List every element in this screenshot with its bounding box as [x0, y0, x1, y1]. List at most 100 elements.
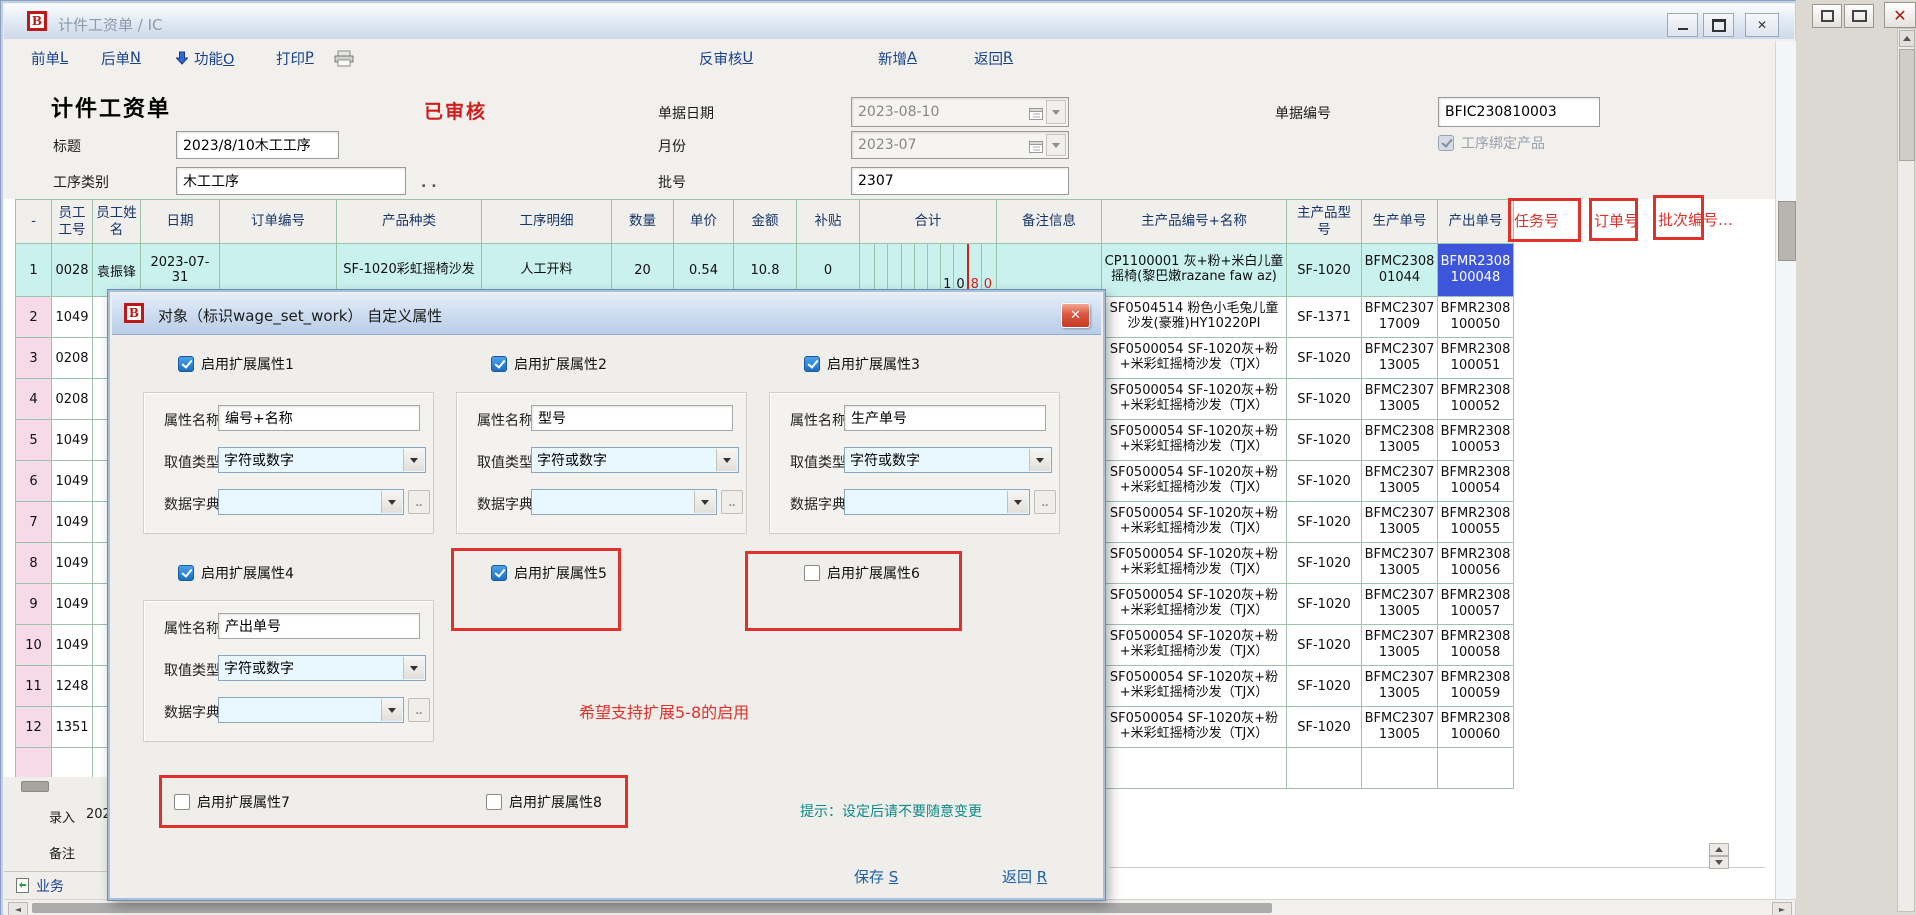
- enable-prop-2-checkbox[interactable]: 启用扩展属性2: [491, 354, 607, 374]
- bind-product-checkbox[interactable]: 工序绑定产品: [1438, 133, 1545, 153]
- value-type-select[interactable]: 字符或数字: [218, 655, 426, 681]
- restore-button[interactable]: [1703, 13, 1734, 37]
- doc-date-input[interactable]: 2023-08-10: [851, 97, 1069, 127]
- cell-mo-no[interactable]: BFMC230713005: [1362, 584, 1438, 625]
- cell-out-no[interactable]: BFMR2308100052: [1438, 379, 1514, 420]
- enable-prop-6-checkbox[interactable]: 启用扩展属性6: [804, 563, 920, 583]
- cell-mo-no[interactable]: BFMC230801044: [1362, 244, 1438, 297]
- cell-model[interactable]: SF-1020: [1287, 666, 1362, 707]
- batch-input[interactable]: 2307: [851, 167, 1069, 195]
- cell-product[interactable]: SF0500054 SF-1020灰+粉+米彩虹摇椅沙发（TJX）: [1102, 625, 1287, 666]
- data-dict-select[interactable]: [531, 489, 717, 515]
- cell-emp-id[interactable]: 1049: [52, 461, 93, 502]
- row-selector-cell[interactable]: 12: [16, 707, 52, 748]
- cell-process-detail[interactable]: 人工开料: [482, 244, 612, 297]
- cell-mo-no[interactable]: BFMC230717009: [1362, 297, 1438, 338]
- cell-price[interactable]: 0.54: [674, 244, 734, 297]
- process-type-input[interactable]: 木工工序: [176, 167, 406, 195]
- cell-out-no[interactable]: BFMR2308100059: [1438, 666, 1514, 707]
- dialog-close-button[interactable]: ✕: [1061, 303, 1090, 328]
- cell-mo-no[interactable]: BFMC230713005: [1362, 461, 1438, 502]
- chevron-down-icon[interactable]: [381, 699, 402, 721]
- close-button[interactable]: ✕: [1745, 13, 1779, 37]
- cell-model[interactable]: SF-1371: [1287, 297, 1362, 338]
- data-dict-browse-button[interactable]: ..: [721, 490, 743, 514]
- prop-name-input[interactable]: 编号+名称: [218, 405, 420, 431]
- chevron-down-icon[interactable]: [716, 449, 737, 471]
- cell-note[interactable]: [997, 244, 1102, 297]
- cell-product[interactable]: SF0500054 SF-1020灰+粉+米彩虹摇椅沙发（TJX）: [1102, 461, 1287, 502]
- row-selector-cell[interactable]: 3: [16, 338, 52, 379]
- scrollbar-thumb[interactable]: [32, 903, 1272, 913]
- chevron-down-icon[interactable]: [1046, 100, 1066, 124]
- scroll-down-button[interactable]: [1709, 856, 1729, 869]
- cell-product[interactable]: SF0500054 SF-1020灰+粉+米彩虹摇椅沙发（TJX）: [1102, 584, 1287, 625]
- row-selector-cell[interactable]: 9: [16, 584, 52, 625]
- cell-out-no[interactable]: BFMR2308100055: [1438, 502, 1514, 543]
- cell-mo-no[interactable]: BFMC230713005: [1362, 379, 1438, 420]
- chevron-down-icon[interactable]: [403, 657, 424, 679]
- title-input[interactable]: 2023/8/10木工工序: [176, 131, 339, 159]
- data-dict-browse-button[interactable]: ..: [408, 490, 430, 514]
- cell-model[interactable]: SF-1020: [1287, 625, 1362, 666]
- splitter-grip[interactable]: [21, 781, 49, 792]
- cell-model[interactable]: SF-1020: [1287, 502, 1362, 543]
- cell-model[interactable]: SF-1020: [1287, 707, 1362, 748]
- enable-prop-1-checkbox[interactable]: 启用扩展属性1: [178, 354, 294, 374]
- cell-mo-no[interactable]: BFMC230713005: [1362, 543, 1438, 584]
- cell-emp-id[interactable]: 1351: [52, 707, 93, 748]
- outer-close-button[interactable]: ✕: [1884, 2, 1916, 28]
- cell-mo-no[interactable]: BFMC230713005: [1362, 625, 1438, 666]
- chevron-down-icon[interactable]: [381, 491, 402, 513]
- chevron-down-icon[interactable]: [1007, 491, 1028, 513]
- value-type-select[interactable]: 字符或数字: [218, 447, 426, 473]
- cell-emp-id[interactable]: 1049: [52, 420, 93, 461]
- cell-out-no[interactable]: BFMR2308100056: [1438, 543, 1514, 584]
- cell-product[interactable]: SF0500054 SF-1020灰+粉+米彩虹摇椅沙发（TJX）: [1102, 543, 1287, 584]
- enable-prop-4-checkbox[interactable]: 启用扩展属性4: [178, 563, 294, 583]
- cell-emp-id[interactable]: 1049: [52, 584, 93, 625]
- toolbar-add-button[interactable]: 新增A: [878, 48, 917, 68]
- value-type-select[interactable]: 字符或数字: [531, 447, 739, 473]
- cell-model[interactable]: SF-1020: [1287, 420, 1362, 461]
- cell-emp-id[interactable]: 0028: [52, 244, 93, 297]
- cell-out-no[interactable]: BFMR2308100060: [1438, 707, 1514, 748]
- cell-emp-id[interactable]: 1049: [52, 625, 93, 666]
- cell-mo-no[interactable]: BFMC230713005: [1362, 666, 1438, 707]
- chevron-down-icon[interactable]: [694, 491, 715, 513]
- prop-name-input[interactable]: 产出单号: [218, 613, 420, 639]
- cell-product[interactable]: SF0500054 SF-1020灰+粉+米彩虹摇椅沙发（TJX）: [1102, 420, 1287, 461]
- row-selector-cell[interactable]: 8: [16, 543, 52, 584]
- return-button[interactable]: 返回 R: [1002, 866, 1047, 887]
- toolbar-unaudit-button[interactable]: 反审核U: [699, 48, 753, 68]
- cell-product[interactable]: SF0504514 粉色小毛兔儿童沙发(豪雅)HY10220PI: [1102, 297, 1287, 338]
- cell-out-no[interactable]: BFMR2308100058: [1438, 625, 1514, 666]
- scrollbar-thumb[interactable]: [1899, 49, 1915, 161]
- dialog-titlebar[interactable]: B 对象（标识wage_set_work） 自定义属性 ✕: [112, 294, 1101, 335]
- scroll-right-button[interactable]: ►: [1772, 902, 1792, 915]
- cell-product[interactable]: SF0500054 SF-1020灰+粉+米彩虹摇椅沙发（TJX）: [1102, 707, 1287, 748]
- cell-out-no[interactable]: BFMR2308100051: [1438, 338, 1514, 379]
- cell-product[interactable]: SF0500054 SF-1020灰+粉+米彩虹摇椅沙发（TJX）: [1102, 666, 1287, 707]
- scroll-left-button[interactable]: ◄: [8, 902, 28, 915]
- cell-qty[interactable]: 20: [612, 244, 674, 297]
- cell-emp-id[interactable]: 1049: [52, 297, 93, 338]
- cell-emp-id[interactable]: 0208: [52, 379, 93, 420]
- cell-out-no[interactable]: BFMR2308100057: [1438, 584, 1514, 625]
- toolbar-print-button[interactable]: 打印P: [276, 48, 314, 68]
- horizontal-scrollbar[interactable]: ◄ ►: [4, 899, 1795, 915]
- enable-prop-5-checkbox[interactable]: 启用扩展属性5: [491, 563, 607, 583]
- cell-mo-no[interactable]: BFMC230713005: [1362, 707, 1438, 748]
- scroll-up-button[interactable]: [1709, 843, 1729, 856]
- row-selector-cell[interactable]: 5: [16, 420, 52, 461]
- row-selector-cell[interactable]: 4: [16, 379, 52, 420]
- cell-model[interactable]: SF-1020: [1287, 244, 1362, 297]
- enable-prop-8-checkbox[interactable]: 启用扩展属性8: [486, 792, 602, 812]
- outer-vertical-scrollbar[interactable]: [1897, 28, 1915, 912]
- vertical-scrollbar[interactable]: [1775, 41, 1796, 899]
- cell-model[interactable]: SF-1020: [1287, 338, 1362, 379]
- chevron-down-icon[interactable]: [1029, 449, 1050, 471]
- row-selector-cell[interactable]: 1: [16, 244, 52, 297]
- cell-out-no[interactable]: BFMR2308100050: [1438, 297, 1514, 338]
- cell-product[interactable]: SF0500054 SF-1020灰+粉+米彩虹摇椅沙发（TJX）: [1102, 379, 1287, 420]
